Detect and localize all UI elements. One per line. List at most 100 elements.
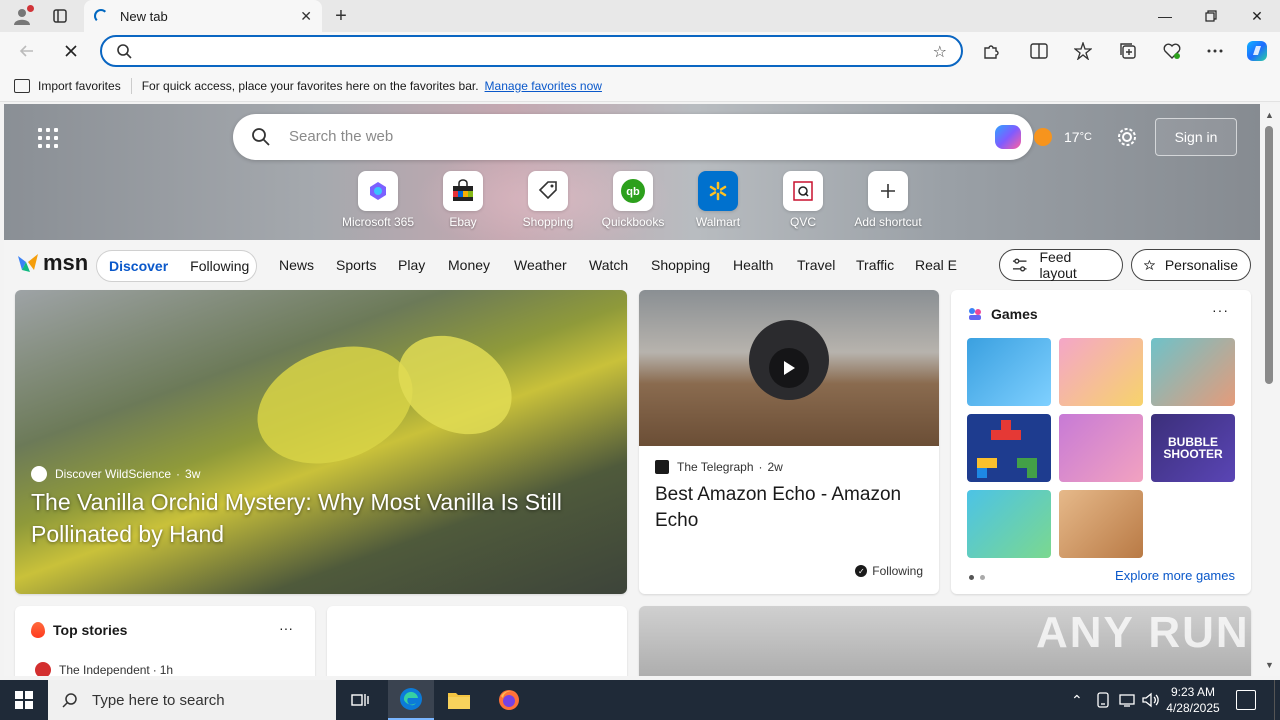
story-headline[interactable]: Best Amazon Echo - Amazon Echo: [655, 482, 925, 534]
minimize-button[interactable]: —: [1142, 0, 1188, 32]
import-favorites-button[interactable]: Import favorites: [14, 78, 121, 93]
tab-following[interactable]: Following: [190, 258, 249, 274]
msn-logo-text: msn: [43, 250, 89, 275]
play-icon[interactable]: [769, 348, 809, 388]
taskbar-firefox-button[interactable]: [486, 680, 532, 720]
nav-weather[interactable]: Weather: [514, 257, 567, 273]
top-stories-more-icon[interactable]: ···: [279, 620, 293, 636]
stop-loading-button[interactable]: [56, 36, 86, 66]
collections-button[interactable]: [1113, 36, 1143, 66]
tab-discover[interactable]: Discover: [109, 258, 168, 274]
tab-new-tab[interactable]: New tab ✕: [84, 0, 322, 32]
nav-traffic[interactable]: Traffic: [856, 257, 894, 273]
web-search-box[interactable]: Search the web: [233, 114, 1033, 160]
tray-device-icon[interactable]: [1096, 692, 1110, 708]
personalise-button[interactable]: Personalise: [1131, 249, 1251, 281]
taskbar-clock[interactable]: 9:23 AM 4/28/2025: [1166, 684, 1220, 716]
loading-card: [327, 606, 627, 676]
game-tile-bubble-shooter[interactable]: BUBBLE SHOOTER: [1151, 414, 1235, 482]
pager-dot[interactable]: [980, 575, 985, 580]
app-launcher-icon[interactable]: [38, 128, 58, 148]
taskbar-search-box[interactable]: Type here to search: [48, 680, 336, 720]
copilot-button[interactable]: [1242, 36, 1272, 66]
new-tab-button[interactable]: +: [330, 4, 352, 28]
main-story-card[interactable]: Discover WildScience · 3w The Vanilla Or…: [15, 290, 627, 594]
favorite-star-icon[interactable]: ☆: [933, 42, 947, 62]
feed-layout-button[interactable]: Feed layout: [999, 249, 1123, 281]
performance-button[interactable]: [1157, 36, 1187, 66]
taskbar-edge-button[interactable]: [388, 680, 434, 720]
plus-icon: [868, 171, 908, 211]
shortcut-microsoft-365[interactable]: Microsoft 365: [335, 171, 421, 229]
msn-logo[interactable]: msn: [16, 250, 88, 276]
shortcut-ebay[interactable]: Ebay: [420, 171, 506, 229]
nav-sports[interactable]: Sports: [336, 257, 376, 273]
game-tile-restaurant[interactable]: [967, 338, 1051, 406]
copilot-search-icon[interactable]: [995, 125, 1021, 149]
add-shortcut-button[interactable]: Add shortcut: [845, 171, 931, 229]
back-button[interactable]: [12, 36, 42, 66]
nav-money[interactable]: Money: [448, 257, 490, 273]
volume-icon[interactable]: [1142, 692, 1160, 708]
game-tile-blocks[interactable]: [967, 414, 1051, 482]
shortcut-shopping[interactable]: Shopping: [505, 171, 591, 229]
scroll-down-arrow-icon[interactable]: ▼: [1265, 660, 1274, 670]
favorites-button[interactable]: [1068, 36, 1098, 66]
nav-health[interactable]: Health: [733, 257, 773, 273]
network-icon[interactable]: [1119, 692, 1135, 708]
address-input[interactable]: [142, 41, 902, 61]
game-tile-hospital[interactable]: [1151, 338, 1235, 406]
games-more-options-icon[interactable]: ···: [1212, 302, 1229, 318]
close-window-button[interactable]: ✕: [1234, 0, 1280, 32]
shortcut-label: Microsoft 365: [341, 215, 415, 229]
games-pager[interactable]: [969, 575, 985, 580]
nav-travel[interactable]: Travel: [797, 257, 835, 273]
story-video-thumbnail[interactable]: [639, 290, 939, 446]
nav-real-estate[interactable]: Real E: [915, 257, 957, 273]
shortcut-qvc[interactable]: QVC: [760, 171, 846, 229]
game-tile-screws[interactable]: [1059, 490, 1143, 558]
profile-button[interactable]: [0, 0, 44, 32]
settings-more-button[interactable]: [1200, 36, 1230, 66]
tray-chevron-up-icon[interactable]: ⌃: [1071, 692, 1083, 709]
restore-button[interactable]: [1188, 0, 1234, 32]
nav-watch[interactable]: Watch: [589, 257, 628, 273]
nav-news[interactable]: News: [279, 257, 314, 273]
extensions-button[interactable]: [976, 36, 1006, 66]
echo-story-card[interactable]: The Telegraph · 2w Best Amazon Echo - Am…: [639, 290, 939, 594]
sign-in-button[interactable]: Sign in: [1155, 118, 1237, 156]
shortcut-walmart[interactable]: Walmart: [675, 171, 761, 229]
story-source[interactable]: The Independent · 1h: [35, 662, 173, 676]
top-stories-card: Top stories ··· The Independent · 1h: [15, 606, 315, 676]
following-indicator[interactable]: ✓ Following: [855, 564, 923, 578]
notification-center-icon[interactable]: [1236, 690, 1256, 710]
taskbar-file-explorer-button[interactable]: [438, 680, 480, 720]
scroll-up-arrow-icon[interactable]: ▲: [1265, 110, 1274, 120]
game-tile-makeup[interactable]: [1059, 414, 1143, 482]
weather-widget[interactable]: 17 °C: [1034, 128, 1092, 146]
microsoft-365-icon: [358, 171, 398, 211]
tab-close-icon[interactable]: ✕: [300, 8, 312, 25]
start-button[interactable]: [0, 680, 48, 720]
scrollbar-thumb[interactable]: [1265, 126, 1273, 384]
address-bar[interactable]: ☆: [100, 35, 963, 67]
tab-actions-button[interactable]: [44, 0, 76, 32]
pager-dot[interactable]: [969, 575, 974, 580]
show-desktop-button[interactable]: [1274, 680, 1280, 720]
nav-shopping[interactable]: Shopping: [651, 257, 710, 273]
shortcut-quickbooks[interactable]: qb Quickbooks: [590, 171, 676, 229]
game-tile-makeover[interactable]: [1059, 338, 1143, 406]
split-screen-button[interactable]: [1024, 36, 1054, 66]
import-icon: [14, 78, 30, 93]
story-age: 2w: [767, 460, 783, 474]
task-view-button[interactable]: [340, 680, 380, 720]
nav-play[interactable]: Play: [398, 257, 425, 273]
game-tile-foot[interactable]: [967, 490, 1051, 558]
story-headline[interactable]: The Vanilla Orchid Mystery: Why Most Van…: [31, 486, 621, 550]
manage-favorites-link[interactable]: Manage favorites now: [485, 79, 602, 93]
favorites-bar-message: For quick access, place your favorites h…: [141, 78, 479, 93]
windows-logo-icon: [15, 691, 33, 709]
page-scrollbar[interactable]: ▲ ▼: [1260, 104, 1280, 676]
page-settings-gear-icon[interactable]: [1116, 126, 1138, 148]
explore-more-games-link[interactable]: Explore more games: [1115, 568, 1235, 583]
